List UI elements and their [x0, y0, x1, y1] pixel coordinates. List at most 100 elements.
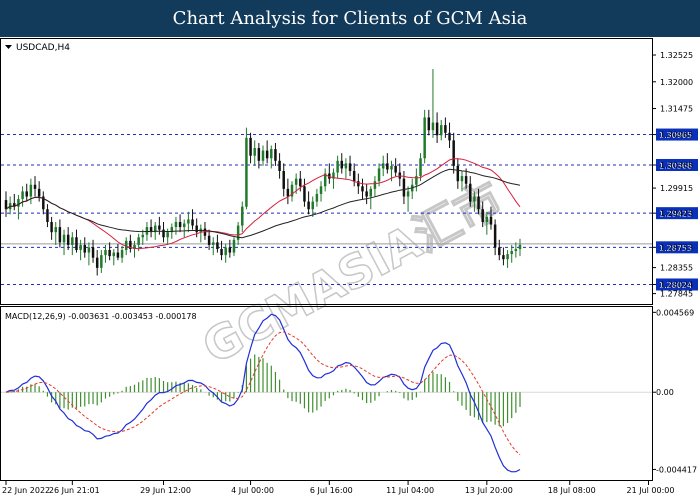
price-axis-label: 1.31475	[660, 105, 693, 114]
candle-body-bearish	[116, 252, 120, 258]
candle-body-bearish	[220, 249, 223, 256]
candle-body-bullish	[460, 176, 464, 182]
candle-body-bullish	[473, 196, 476, 202]
time-axis-label: 6 Jul 16:00	[310, 486, 353, 495]
candle-body-bullish	[166, 232, 169, 238]
candle-body-bullish	[336, 160, 339, 173]
time-axis-label: 26 Jun 21:01	[49, 486, 100, 495]
candle-body-bullish	[294, 178, 298, 185]
price-axis-label: 1.29423	[660, 209, 693, 218]
candle-body-bearish	[361, 186, 364, 192]
candle-body-bullish	[377, 168, 381, 182]
candle-body-bearish	[162, 229, 165, 238]
candle-body-bullish	[406, 191, 410, 197]
candle-body-bullish	[369, 188, 373, 197]
candle-body-bearish	[278, 160, 281, 171]
candle-body-bullish	[137, 237, 140, 245]
time-axis-label: 22 Jun 2022	[2, 486, 50, 495]
candle-body-bearish	[207, 235, 211, 245]
candle-body-bullish	[21, 191, 24, 200]
candle-body-bearish	[282, 171, 285, 189]
candle-body-bullish	[145, 227, 149, 235]
candle-body-bearish	[435, 122, 439, 136]
candle-body-bullish	[261, 150, 265, 161]
candle-body-bearish	[274, 149, 277, 161]
price-axis-label: 1.28024	[660, 280, 693, 289]
candle-body-bullish	[439, 125, 443, 136]
candle-body-bullish	[212, 242, 215, 245]
candle-body-bearish	[493, 224, 497, 248]
candle-body-bullish	[79, 244, 82, 251]
macd-panel[interactable]	[0, 306, 653, 481]
candle-body-bullish	[514, 249, 518, 252]
candle-body-bearish	[340, 160, 344, 169]
candle-body-bearish	[95, 257, 99, 268]
candle-body-bearish	[427, 117, 431, 131]
candle-body-bearish	[481, 209, 484, 222]
price-axis-label: 1.28355	[660, 264, 693, 273]
candle-body-bearish	[50, 221, 53, 233]
candle-body-bearish	[444, 125, 447, 133]
candle-body-bullish	[71, 237, 74, 245]
candle-body-bullish	[104, 250, 107, 256]
candle-body-bullish	[315, 193, 319, 202]
candle-body-bearish	[464, 176, 468, 184]
candle-body-bullish	[518, 244, 522, 249]
candle-body-bearish	[195, 225, 198, 233]
title-banner: Chart Analysis for Clients of GCM Asia	[0, 0, 700, 37]
candle-body-bearish	[178, 221, 182, 228]
candle-body-bearish	[502, 255, 505, 260]
price-axis-label: 1.32000	[660, 78, 693, 87]
candle-body-bullish	[62, 234, 66, 243]
candle-body-bearish	[386, 163, 389, 170]
candle-body-bearish	[303, 186, 306, 202]
candle-body-bullish	[100, 255, 103, 268]
candle-body-bearish	[46, 209, 49, 222]
candle-body-bullish	[390, 165, 393, 170]
candle-body-bullish	[54, 227, 57, 233]
candle-body-bearish	[469, 183, 472, 202]
time-axis-label: 29 Jun 12:00	[140, 486, 191, 495]
candle-body-bullish	[112, 252, 116, 257]
candle-body-bearish	[25, 191, 28, 197]
candle-body-bearish	[257, 148, 261, 161]
candle-body-bearish	[489, 216, 493, 225]
candle-body-bearish	[477, 196, 480, 210]
price-axis-label: 1.29915	[660, 184, 693, 193]
candle-body-bearish	[75, 237, 78, 251]
price-axis-label: 1.27845	[660, 290, 693, 299]
candle-body-bullish	[510, 251, 513, 255]
candle-body-bullish	[241, 206, 244, 226]
candle-body-bearish	[83, 244, 87, 253]
candle-body-bullish	[423, 117, 426, 159]
candle-body-bearish	[216, 242, 219, 249]
candle-body-bullish	[253, 148, 256, 156]
candle-body-bearish	[265, 150, 269, 159]
candle-body-bearish	[158, 225, 161, 230]
candle-body-bullish	[485, 216, 489, 222]
candle-body-bearish	[448, 132, 451, 141]
candle-body-bullish	[344, 163, 348, 169]
candle-body-bearish	[33, 184, 37, 189]
candle-body-bearish	[456, 165, 460, 182]
price-axis-label: 1.28753	[660, 243, 693, 252]
price-axis-label: 1.30368	[660, 161, 693, 170]
candle-body-bullish	[431, 122, 435, 131]
trading-chart[interactable]: GCMASIA汇市 1.309651.303681.294231.287531.…	[0, 37, 700, 500]
time-axis-label: 18 Jul 08:00	[548, 486, 596, 495]
candle-body-bullish	[224, 247, 227, 256]
candle-body-bearish	[452, 140, 455, 166]
candle-body-bearish	[402, 178, 406, 197]
candle-body-bullish	[381, 163, 385, 169]
time-axis-label: 4 Jul 00:00	[231, 486, 274, 495]
candle-body-bearish	[228, 247, 232, 253]
candle-body-bearish	[307, 201, 310, 210]
candle-body-bullish	[17, 199, 20, 207]
candle-body-bearish	[37, 188, 41, 197]
time-axis-label: 13 Jul 20:00	[465, 486, 513, 495]
candle-body-bearish	[58, 227, 62, 243]
symbol-dropdown-icon[interactable]	[5, 45, 12, 49]
candle-body-bullish	[319, 186, 323, 194]
macd-axis-label: 0.004569	[656, 308, 694, 317]
candle-body-bullish	[141, 234, 145, 238]
